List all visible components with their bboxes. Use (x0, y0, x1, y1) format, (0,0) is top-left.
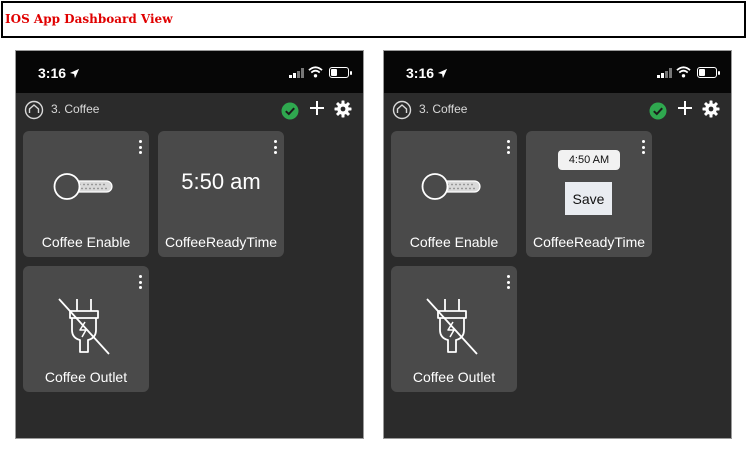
tile-coffee-outlet[interactable]: Coffee Outlet (23, 266, 149, 392)
status-icons (279, 66, 352, 78)
banner-title: IOS App Dashboard View (5, 12, 173, 26)
check-circle-icon[interactable] (281, 102, 299, 120)
location-arrow-icon (69, 68, 80, 79)
kebab-menu-icon[interactable] (274, 140, 278, 157)
tile-label: Coffee Enable (41, 234, 131, 250)
status-bar: 3:16 (384, 51, 731, 93)
status-bar: 3:16 (16, 51, 363, 93)
toolbar: 3. Coffee (384, 93, 731, 129)
status-time-text: 3:16 (406, 65, 435, 81)
kebab-menu-icon[interactable] (642, 140, 646, 157)
wifi-icon (676, 66, 691, 78)
battery-icon (697, 67, 720, 78)
signal-icon (657, 68, 673, 78)
toggle-switch-icon[interactable] (52, 171, 114, 203)
phone-screen-display-mode: 3:16 3. Coffee Coffee Enable 5:50 am Cof… (15, 50, 364, 439)
page-banner: IOS App Dashboard View (1, 1, 746, 38)
status-time-text: 3:16 (38, 65, 67, 81)
status-time: 3:16 (406, 65, 448, 81)
wifi-icon (308, 66, 323, 78)
toolbar: 3. Coffee (16, 93, 363, 129)
room-label[interactable]: 3. Coffee (51, 102, 99, 116)
status-icons (647, 66, 720, 78)
plus-icon[interactable] (677, 100, 693, 116)
save-button[interactable]: Save (565, 182, 612, 215)
tile-label: Coffee Outlet (44, 369, 128, 385)
location-arrow-icon (437, 68, 448, 79)
tile-coffee-ready-time[interactable]: 4:50 AM Save CoffeeReadyTime (526, 131, 652, 257)
unplugged-outlet-icon[interactable] (56, 296, 112, 356)
room-label[interactable]: 3. Coffee (419, 102, 467, 116)
phone-screen-edit-mode: 3:16 3. Coffee Coffee Enable 4:50 AM Sav… (383, 50, 732, 439)
home-icon[interactable] (392, 100, 412, 120)
gear-icon[interactable] (702, 100, 720, 118)
time-picker[interactable]: 4:50 AM (558, 150, 620, 170)
kebab-menu-icon[interactable] (507, 140, 511, 157)
gear-icon[interactable] (334, 100, 352, 118)
tile-label: CoffeeReadyTime (164, 234, 278, 250)
kebab-menu-icon[interactable] (139, 140, 143, 157)
kebab-menu-icon[interactable] (507, 275, 511, 292)
kebab-menu-icon[interactable] (139, 275, 143, 292)
battery-icon (329, 67, 352, 78)
tile-coffee-ready-time[interactable]: 5:50 am CoffeeReadyTime (158, 131, 284, 257)
tile-label: Coffee Enable (409, 234, 499, 250)
tile-label: Coffee Outlet (412, 369, 496, 385)
tile-coffee-outlet[interactable]: Coffee Outlet (391, 266, 517, 392)
ready-time-value[interactable]: 5:50 am (158, 169, 284, 195)
home-icon[interactable] (24, 100, 44, 120)
tile-coffee-enable[interactable]: Coffee Enable (23, 131, 149, 257)
status-time: 3:16 (38, 65, 80, 81)
check-circle-icon[interactable] (649, 102, 667, 120)
toggle-switch-icon[interactable] (420, 171, 482, 203)
tile-coffee-enable[interactable]: Coffee Enable (391, 131, 517, 257)
signal-icon (289, 68, 305, 78)
tile-label: CoffeeReadyTime (532, 234, 646, 250)
plus-icon[interactable] (309, 100, 325, 116)
unplugged-outlet-icon[interactable] (424, 296, 480, 356)
